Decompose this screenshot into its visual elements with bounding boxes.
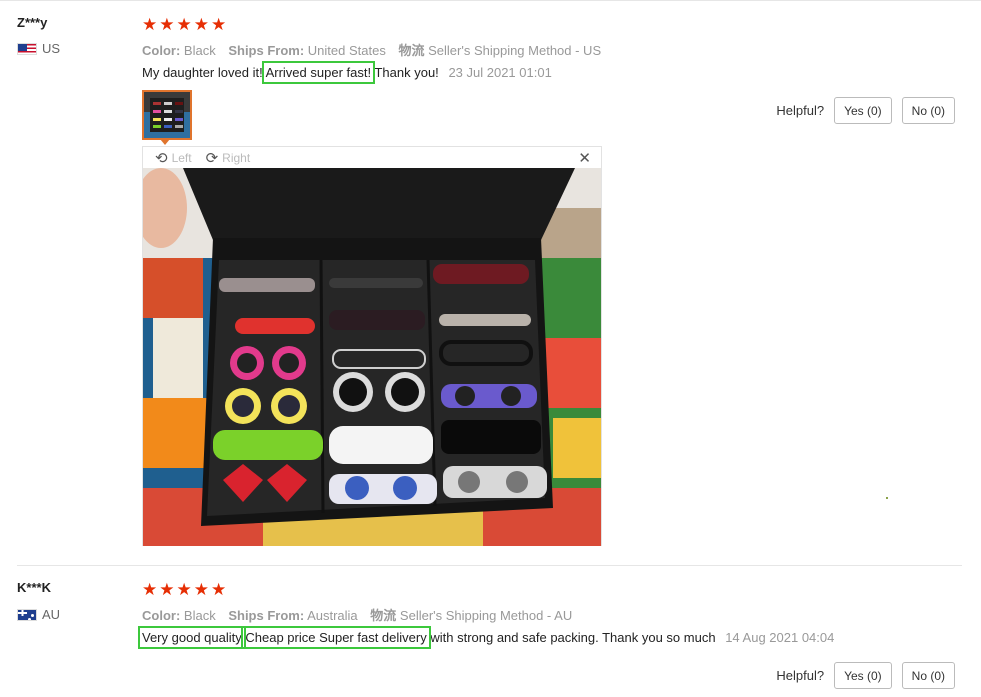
review-item: Z***y US ★ ★ ★ ★ ★ Color: Black Ships Fr… [0, 0, 981, 560]
us-flag-icon [17, 42, 37, 55]
rotate-left-button[interactable]: ⟲ Left [155, 149, 192, 167]
review-text: My daughter loved it! Arrived super fast… [142, 61, 552, 84]
review-date: 14 Aug 2021 04:04 [725, 630, 835, 645]
reviewer-country: US [17, 41, 60, 56]
color-label: Color: [142, 43, 181, 58]
review-text-part: My daughter loved it! [142, 65, 263, 80]
ships-from-label: Ships From: [228, 608, 305, 623]
rating-stars: ★ ★ ★ ★ ★ [142, 581, 226, 598]
review-item: K***K AU ★ ★ ★ ★ ★ Color: Black Ships Fr… [0, 566, 981, 697]
star-icon: ★ [159, 15, 175, 34]
reviewer-name: K***K [17, 580, 51, 595]
stray-dot [886, 497, 888, 499]
color-label: Color: [142, 608, 181, 623]
helpful-vote: Helpful? Yes (0) No (0) [776, 97, 955, 124]
review-text-part: Thank you! [374, 65, 439, 80]
shipping-value: Seller's Shipping Method - US [428, 43, 602, 58]
shipping-label: 物流 [398, 43, 425, 58]
photo-viewer: ⟲ Left ⟳ Right ✕ [142, 146, 602, 546]
photo-viewer-toolbar: ⟲ Left ⟳ Right ✕ [143, 147, 601, 169]
shipping-value: Seller's Shipping Method - AU [399, 608, 573, 623]
rotate-right-label: Right [222, 151, 251, 165]
color-value: Black [183, 43, 216, 58]
star-icon: ★ [142, 15, 158, 34]
ships-from-value: United States [307, 43, 386, 58]
order-attributes: Color: Black Ships From: United States 物… [142, 40, 601, 59]
star-icon: ★ [211, 580, 227, 599]
star-icon: ★ [211, 15, 227, 34]
close-icon[interactable]: ✕ [578, 149, 591, 167]
star-icon: ★ [176, 580, 192, 599]
review-photo-thumbnail[interactable] [142, 90, 192, 140]
star-icon: ★ [193, 15, 209, 34]
review-date: 23 Jul 2021 01:01 [448, 65, 552, 80]
order-attributes: Color: Black Ships From: Australia 物流 Se… [142, 605, 572, 624]
thumbnail-caret [160, 139, 170, 145]
review-text-highlight: Arrived super fast! [261, 61, 376, 84]
star-icon: ★ [159, 580, 175, 599]
helpful-vote: Helpful? Yes (0) No (0) [776, 662, 955, 689]
yes-button[interactable]: Yes (0) [834, 97, 892, 124]
no-button[interactable]: No (0) [901, 97, 955, 124]
rating-stars: ★ ★ ★ ★ ★ [142, 16, 226, 33]
color-value: Black [183, 608, 216, 623]
no-button[interactable]: No (0) [901, 662, 955, 689]
rotate-left-label: Left [171, 151, 192, 165]
yes-button[interactable]: Yes (0) [834, 662, 892, 689]
rotate-left-icon: ⟲ [155, 150, 168, 167]
reviewer-name: Z***y [17, 15, 48, 30]
ships-from-value: Australia [307, 608, 358, 623]
star-icon: ★ [176, 15, 192, 34]
review-text-highlight: Cheap price Super fast delivery [241, 626, 431, 649]
rotate-right-icon: ⟳ [205, 150, 219, 167]
review-text: Very good quality Cheap price Super fast… [138, 626, 835, 649]
review-text-part: with strong and safe packing. Thank you … [430, 630, 716, 645]
country-code: AU [42, 607, 61, 622]
au-flag-icon [17, 608, 37, 621]
reviewer-country: AU [17, 607, 60, 622]
star-icon: ★ [193, 580, 209, 599]
star-icon: ★ [142, 580, 158, 599]
country-code: US [42, 41, 61, 56]
review-text-highlight: Very good quality [138, 626, 246, 649]
ships-from-label: Ships From: [228, 43, 305, 58]
review-photo [143, 168, 601, 546]
helpful-label: Helpful? [776, 103, 825, 118]
helpful-label: Helpful? [776, 668, 825, 683]
shipping-label: 物流 [370, 608, 397, 623]
rotate-right-button[interactable]: ⟳ Right [206, 149, 251, 167]
